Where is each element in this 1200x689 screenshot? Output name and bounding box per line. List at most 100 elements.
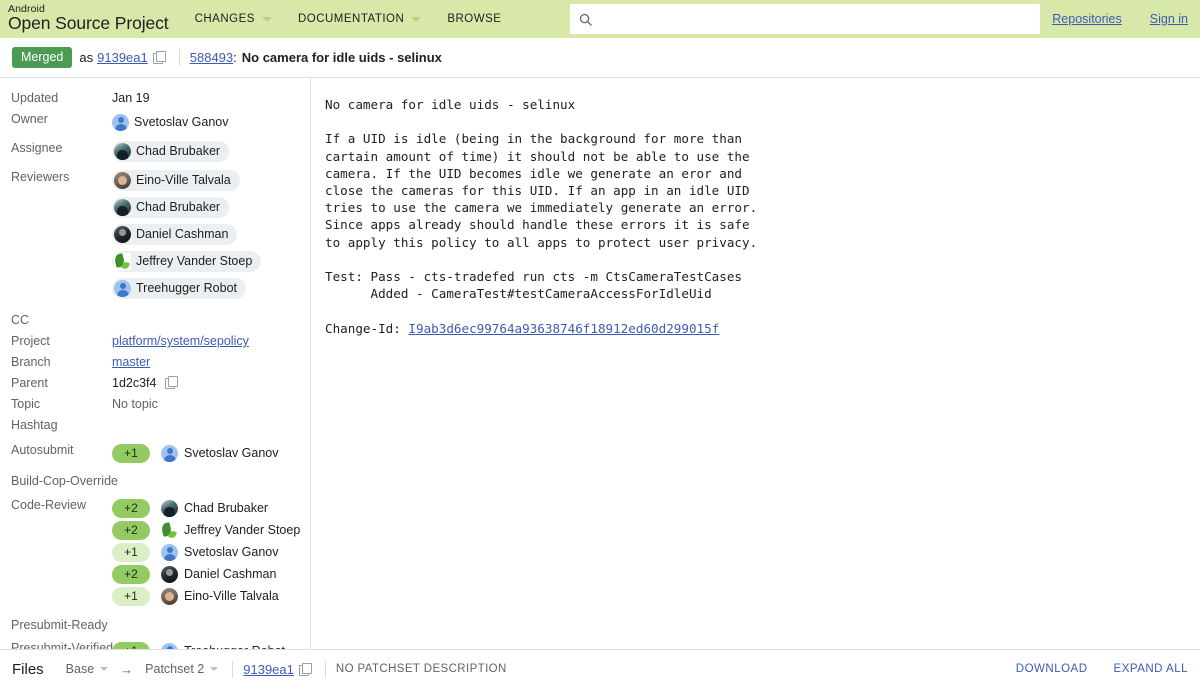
commit-message-text: No camera for idle uids - selinux If a U… xyxy=(325,97,758,336)
nav-item-documentation[interactable]: DOCUMENTATION xyxy=(297,13,422,25)
vote-person[interactable]: Jeffrey Vander Stoep xyxy=(161,521,300,540)
vote-score[interactable]: +1 xyxy=(112,642,150,649)
patchset-commit-link[interactable]: 9139ea1 xyxy=(243,662,294,677)
vote-row: +1 Svetoslav Ganov xyxy=(112,543,310,562)
vote-score[interactable]: +1 xyxy=(112,444,150,463)
project-link[interactable]: platform/system/sepolicy xyxy=(112,334,249,348)
search-icon xyxy=(579,13,592,26)
assignee-chip[interactable]: Chad Brubaker xyxy=(112,141,230,162)
meta-row-presubmit-verified: Presubmit-Verified +1 Treehugger Robot xyxy=(0,638,310,649)
main-nav: CHANGES DOCUMENTATION BROWSE xyxy=(195,13,528,25)
avatar xyxy=(112,114,129,131)
site-logo[interactable]: Android Open Source Project xyxy=(8,4,169,33)
avatar xyxy=(161,522,178,539)
vote-score[interactable]: +1 xyxy=(112,543,150,562)
commit-message: No camera for idle uids - selinux If a U… xyxy=(325,96,1200,337)
meta-label-presubmit-verified: Presubmit-Verified xyxy=(11,641,114,649)
parent-value: 1d2c3f4 xyxy=(112,376,157,390)
voter-name: Chad Brubaker xyxy=(184,501,269,515)
avatar xyxy=(114,143,131,160)
reviewer-chip[interactable]: Chad Brubaker xyxy=(112,197,230,218)
vote-row: +1 Treehugger Robot xyxy=(112,642,310,649)
change-status-bar: Merged as 9139ea1 588493 : No camera for… xyxy=(0,38,1200,78)
vote-person[interactable]: Svetoslav Ganov xyxy=(161,444,279,463)
vote-score[interactable]: +1 xyxy=(112,587,150,606)
reviewer-chip[interactable]: Treehugger Robot xyxy=(112,278,246,299)
avatar xyxy=(161,588,178,605)
meta-row-topic: Topic No topic xyxy=(0,394,310,415)
files-bar: Files Base → Patchset 2 9139ea1 NO PATCH… xyxy=(0,649,1200,688)
header-links: Repositories Sign in xyxy=(1024,0,1188,38)
meta-row-updated: Updated Jan 19 xyxy=(0,88,310,109)
voter-name: Treehugger Robot xyxy=(184,642,285,649)
vote-row: +2 Chad Brubaker xyxy=(112,499,310,518)
voter-name: Daniel Cashman xyxy=(184,567,277,581)
meta-row-build-cop-override: Build-Cop-Override xyxy=(0,471,310,492)
page-title: No camera for idle uids - selinux xyxy=(241,50,442,65)
meta-row-cc: CC xyxy=(0,310,310,331)
vote-score[interactable]: +2 xyxy=(112,565,150,584)
download-button[interactable]: DOWNLOAD xyxy=(1016,663,1088,675)
nav-label-changes: CHANGES xyxy=(194,13,255,25)
repositories-link[interactable]: Repositories xyxy=(1052,12,1121,26)
reviewer-chip[interactable]: Eino-Ville Talvala xyxy=(112,170,240,191)
reviewer-chip[interactable]: Daniel Cashman xyxy=(112,224,238,245)
vote-row: +2 Daniel Cashman xyxy=(112,565,310,584)
meta-label-updated: Updated xyxy=(11,91,59,105)
branch-link[interactable]: master xyxy=(112,355,150,369)
avatar xyxy=(161,500,178,517)
chevron-down-icon xyxy=(411,16,422,22)
sign-in-link[interactable]: Sign in xyxy=(1150,12,1188,26)
copy-icon[interactable] xyxy=(298,662,312,676)
meta-label-build-cop-override: Build-Cop-Override xyxy=(11,474,118,488)
meta-label-presubmit-ready: Presubmit-Ready xyxy=(11,618,108,632)
nav-label-documentation: DOCUMENTATION xyxy=(297,13,405,25)
vote-person[interactable]: Treehugger Robot xyxy=(161,642,285,649)
reviewer-chip[interactable]: Jeffrey Vander Stoep xyxy=(112,251,262,272)
merged-commit-link[interactable]: 9139ea1 xyxy=(97,50,148,65)
target-patchset-dropdown[interactable]: Patchset 2 xyxy=(145,662,219,676)
meta-label-reviewers: Reviewers xyxy=(11,170,70,184)
meta-row-assignee: Assignee Chad Brubaker xyxy=(0,138,310,167)
target-patchset-label: Patchset 2 xyxy=(145,662,205,676)
chevron-down-icon xyxy=(210,667,219,671)
copy-icon[interactable] xyxy=(152,51,166,64)
avatar xyxy=(161,566,178,583)
owner-chip[interactable]: Svetoslav Ganov xyxy=(112,112,238,133)
expand-all-button[interactable]: EXPAND ALL xyxy=(1114,663,1188,675)
avatar xyxy=(114,226,131,243)
status-colon: : xyxy=(233,50,237,65)
reviewer-name: Eino-Ville Talvala xyxy=(136,173,231,187)
divider xyxy=(324,660,326,678)
meta-label-hashtag: Hashtag xyxy=(11,418,58,432)
meta-row-presubmit-ready: Presubmit-Ready xyxy=(0,615,310,636)
base-patchset-dropdown[interactable]: Base xyxy=(66,662,109,676)
change-id-link[interactable]: I9ab3d6ec99764a93638746f18912ed60d299015… xyxy=(408,321,719,336)
change-number-link[interactable]: 588493 xyxy=(190,50,233,65)
nav-item-changes[interactable]: CHANGES xyxy=(195,13,272,25)
assignee-name: Chad Brubaker xyxy=(136,144,221,158)
vote-person[interactable]: Daniel Cashman xyxy=(161,565,276,584)
search-box[interactable] xyxy=(570,4,1040,34)
nav-label-browse: BROWSE xyxy=(447,13,502,25)
avatar xyxy=(161,544,178,561)
vote-person[interactable]: Chad Brubaker xyxy=(161,499,268,518)
vote-person[interactable]: Svetoslav Ganov xyxy=(161,543,279,562)
nav-item-browse[interactable]: BROWSE xyxy=(447,13,501,25)
search-input[interactable] xyxy=(599,6,1032,32)
meta-value-reviewers: Eino-Ville Talvala Chad Brubaker Daniel … xyxy=(112,168,310,303)
status-as-label: as xyxy=(79,50,94,65)
meta-row-parent: Parent 1d2c3f4 xyxy=(0,373,310,394)
vote-score[interactable]: +2 xyxy=(112,499,150,518)
meta-value-assignee: Chad Brubaker xyxy=(112,139,310,166)
meta-label-topic: Topic xyxy=(11,397,41,411)
meta-value-updated: Jan 19 xyxy=(112,91,150,105)
vote-person[interactable]: Eino-Ville Talvala xyxy=(161,587,279,606)
reviewer-name: Jeffrey Vander Stoep xyxy=(136,254,253,268)
meta-row-owner: Owner Svetoslav Ganov xyxy=(0,109,310,138)
vote-score[interactable]: +2 xyxy=(112,521,150,540)
vote-row: +1 Eino-Ville Talvala xyxy=(112,587,310,606)
copy-icon[interactable] xyxy=(164,376,178,389)
files-heading: Files xyxy=(12,660,44,678)
meta-label-cc: CC xyxy=(11,313,30,327)
